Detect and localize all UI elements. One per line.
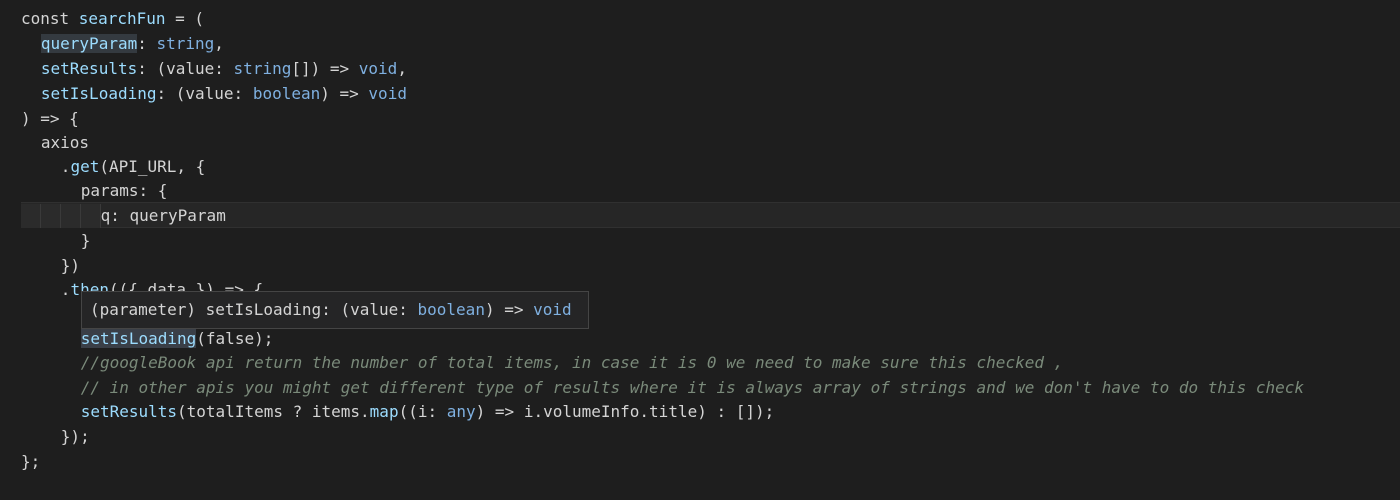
code-token: searchFun: [78, 9, 166, 28]
code-line-content[interactable]: q: queryParam: [101, 204, 226, 228]
code-line[interactable]: };: [0, 450, 1400, 474]
code-token: setResults: [40, 59, 138, 78]
code-token: });: [60, 427, 90, 446]
code-token: void: [368, 84, 407, 103]
code-token: ((i:: [398, 402, 447, 421]
code-line[interactable]: setResults: (value: string[]) => void,: [0, 57, 1400, 81]
code-line-content[interactable]: axios: [41, 131, 89, 155]
code-line[interactable]: .get(API_URL, {: [0, 155, 1400, 179]
code-line-content[interactable]: setIsLoading: (value: boolean) => void: [41, 82, 407, 106]
code-line-content[interactable]: }: [81, 229, 91, 253]
code-token: }): [60, 256, 81, 275]
code-token: :: [137, 34, 157, 53]
code-line-content[interactable]: .get(API_URL, {: [61, 155, 206, 179]
code-line[interactable]: //googleBook api return the number of to…: [0, 351, 1400, 375]
code-line[interactable]: setIsLoading(false);: [0, 327, 1400, 351]
code-line-content[interactable]: });: [61, 425, 90, 449]
code-comment: //googleBook api return the number of to…: [80, 353, 1064, 372]
code-token: const: [21, 9, 79, 28]
code-line[interactable]: // in other apis you might get different…: [0, 376, 1400, 400]
code-token: any: [446, 402, 476, 421]
code-line[interactable]: });: [0, 425, 1400, 449]
code-token: void: [358, 59, 398, 78]
code-line-content[interactable]: const searchFun = (: [21, 7, 204, 31]
code-token: queryParam: [40, 34, 138, 53]
code-line-content[interactable]: setResults(totalItems ? items.map((i: an…: [81, 400, 775, 424]
code-token: : (value:: [156, 84, 253, 103]
code-line-content[interactable]: };: [21, 450, 40, 474]
code-token: ) =>: [320, 84, 369, 103]
code-token: setIsLoading: [80, 329, 197, 348]
code-line[interactable]: }): [0, 254, 1400, 278]
code-comment: // in other apis you might get different…: [80, 378, 1305, 397]
hover-prefix: (parameter) setIsLoading: (value:: [90, 300, 418, 319]
hover-type-boolean: boolean: [417, 300, 485, 319]
code-line[interactable]: params: {: [0, 179, 1400, 203]
code-token: setResults: [80, 402, 178, 421]
code-token: string: [156, 34, 215, 53]
code-token: params: {: [80, 181, 168, 200]
code-token: get: [70, 157, 100, 176]
code-editor[interactable]: const searchFun = (queryParam: string, se…: [0, 0, 1400, 500]
code-line-content[interactable]: // in other apis you might get different…: [81, 376, 1304, 400]
code-line-content[interactable]: setIsLoading(false);: [80, 327, 274, 351]
code-line[interactable]: }: [0, 229, 1400, 253]
code-token: string: [233, 59, 292, 78]
hover-type-void: void: [533, 300, 572, 319]
code-token: (false);: [196, 329, 274, 348]
code-line-content[interactable]: //googleBook api return the number of to…: [81, 351, 1064, 375]
code-line-content[interactable]: params: {: [81, 179, 168, 203]
code-token: ) => i.volumeInfo.title) : []);: [475, 402, 775, 421]
code-token: .: [60, 157, 71, 176]
code-line[interactable]: axios: [0, 131, 1400, 155]
code-token: ) => {: [21, 109, 79, 128]
code-token: .: [60, 280, 71, 299]
code-line-content[interactable]: queryParam: string,: [40, 32, 224, 56]
hover-tooltip: (parameter) setIsLoading: (value: boolea…: [81, 291, 589, 329]
code-token: []) =>: [291, 59, 359, 78]
code-token: boolean: [252, 84, 321, 103]
code-token: };: [21, 452, 41, 471]
hover-mid: ) =>: [484, 300, 534, 319]
code-line-content[interactable]: ) => {: [21, 107, 79, 131]
code-token: setIsLoading: [40, 84, 157, 103]
code-line[interactable]: queryParam: string,: [0, 32, 1400, 56]
code-token: }: [80, 231, 91, 250]
code-line[interactable]: q: queryParam: [0, 204, 1400, 228]
code-token: : (value:: [137, 59, 234, 78]
code-line[interactable]: const searchFun = (: [0, 7, 1400, 31]
code-line[interactable]: setResults(totalItems ? items.map((i: an…: [0, 400, 1400, 424]
code-line-content[interactable]: }): [61, 254, 80, 278]
code-line[interactable]: setIsLoading: (value: boolean) => void: [0, 82, 1400, 106]
code-token: = (: [165, 9, 205, 28]
code-line[interactable]: ) => {: [0, 107, 1400, 131]
code-line-content[interactable]: setResults: (value: string[]) => void,: [41, 57, 407, 81]
code-token: ,: [397, 59, 407, 78]
code-token: ,: [214, 34, 224, 53]
code-token: axios: [40, 133, 90, 152]
code-token: (API_URL, {: [99, 157, 206, 176]
code-token: (totalItems ? items.: [177, 402, 370, 421]
code-token: q: queryParam: [100, 206, 226, 225]
code-token: map: [369, 402, 399, 421]
